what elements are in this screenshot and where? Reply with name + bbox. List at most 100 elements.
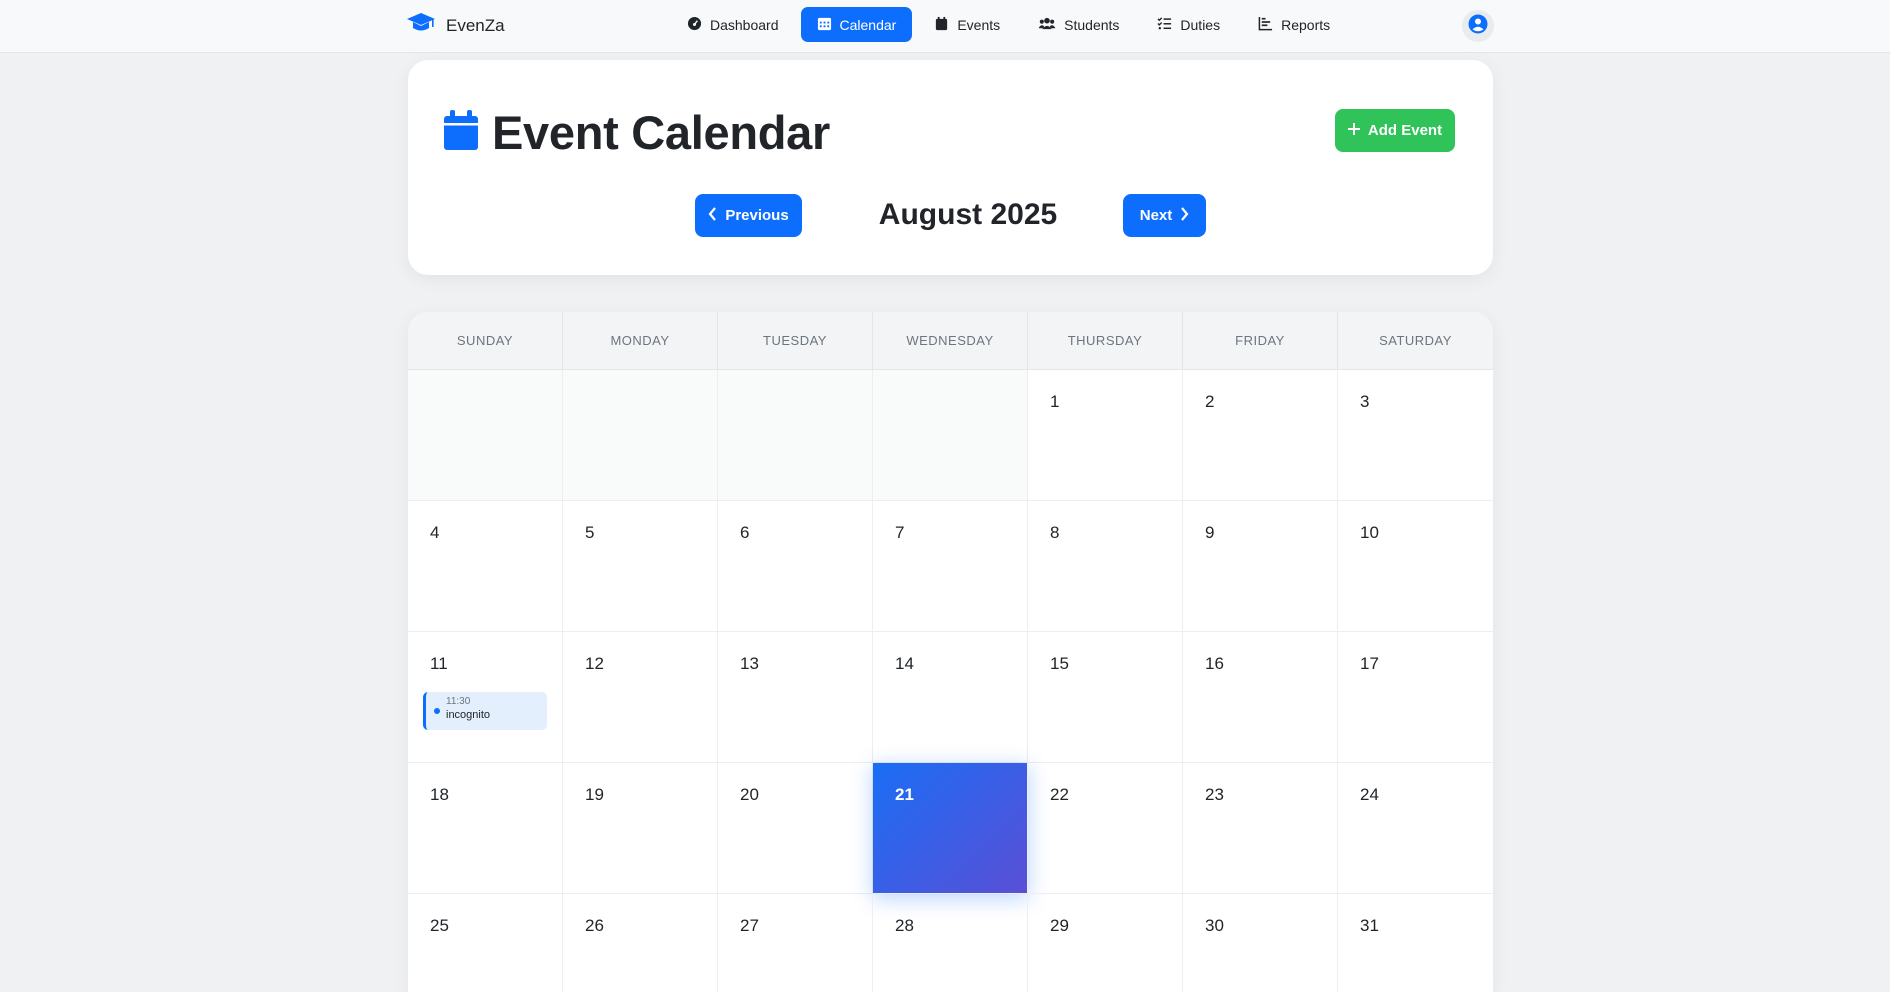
empty-day-cell bbox=[718, 370, 873, 501]
day-cell[interactable]: 26 bbox=[563, 894, 718, 992]
weekday-thursday: THURSDAY bbox=[1028, 312, 1183, 369]
day-cell[interactable]: 12 bbox=[563, 632, 718, 763]
day-cell[interactable]: 11 11:30 incognito bbox=[408, 632, 563, 763]
day-grid: 1 2 3 4 5 6 7 8 9 10 11 11:30 incognito 12 13 14 15 16 17 1… bbox=[408, 370, 1493, 992]
event-title: incognito bbox=[446, 709, 491, 721]
day-cell[interactable]: 6 bbox=[718, 501, 873, 632]
nav-reports[interactable]: Reports bbox=[1242, 7, 1346, 42]
day-number: 17 bbox=[1360, 654, 1379, 673]
previous-month-button[interactable]: Previous bbox=[695, 194, 802, 237]
day-cell[interactable]: 31 bbox=[1338, 894, 1493, 992]
day-cell[interactable]: 7 bbox=[873, 501, 1028, 632]
brand[interactable]: EvenZa bbox=[406, 12, 505, 39]
day-number: 7 bbox=[895, 523, 905, 542]
weekday-wednesday: WEDNESDAY bbox=[873, 312, 1028, 369]
next-label: Next bbox=[1139, 207, 1173, 224]
chart-bar-icon bbox=[1258, 16, 1273, 34]
add-event-button[interactable]: Add Event bbox=[1335, 109, 1455, 152]
day-cell-today[interactable]: 21 bbox=[873, 763, 1028, 894]
day-number: 19 bbox=[585, 785, 604, 804]
day-number: 13 bbox=[740, 654, 759, 673]
day-cell[interactable]: 14 bbox=[873, 632, 1028, 763]
day-number: 16 bbox=[1205, 654, 1224, 673]
day-cell[interactable]: 29 bbox=[1028, 894, 1183, 992]
calendar-grid: SUNDAY MONDAY TUESDAY WEDNESDAY THURSDAY… bbox=[408, 312, 1493, 992]
day-cell[interactable]: 24 bbox=[1338, 763, 1493, 894]
day-cell[interactable]: 8 bbox=[1028, 501, 1183, 632]
empty-day-cell bbox=[563, 370, 718, 501]
nav-calendar[interactable]: Calendar bbox=[800, 7, 913, 42]
day-cell[interactable]: 20 bbox=[718, 763, 873, 894]
day-cell[interactable]: 2 bbox=[1183, 370, 1338, 501]
nav-links: Dashboard Calendar Events Students Dutie… bbox=[671, 7, 1346, 42]
day-number: 2 bbox=[1205, 392, 1215, 411]
nav-duties[interactable]: Duties bbox=[1141, 7, 1236, 42]
day-cell[interactable]: 15 bbox=[1028, 632, 1183, 763]
day-number: 28 bbox=[895, 916, 914, 935]
gauge-icon bbox=[687, 16, 702, 34]
day-number: 30 bbox=[1205, 916, 1224, 935]
day-cell[interactable]: 27 bbox=[718, 894, 873, 992]
day-number: 22 bbox=[1050, 785, 1069, 804]
graduation-cap-icon bbox=[406, 12, 436, 39]
page-title-text: Event Calendar bbox=[492, 106, 830, 159]
next-month-button[interactable]: Next bbox=[1123, 194, 1206, 237]
day-cell[interactable]: 28 bbox=[873, 894, 1028, 992]
users-icon bbox=[1038, 16, 1056, 34]
day-number: 26 bbox=[585, 916, 604, 935]
day-number: 3 bbox=[1360, 392, 1370, 411]
day-number: 21 bbox=[895, 785, 914, 804]
day-cell[interactable]: 19 bbox=[563, 763, 718, 894]
plus-icon bbox=[1347, 122, 1360, 139]
previous-label: Previous bbox=[725, 207, 789, 224]
day-cell[interactable]: 18 bbox=[408, 763, 563, 894]
day-cell[interactable]: 10 bbox=[1338, 501, 1493, 632]
calendar-header-card: Event Calendar Add Event Previous August… bbox=[408, 60, 1493, 275]
day-number: 29 bbox=[1050, 916, 1069, 935]
day-cell[interactable]: 16 bbox=[1183, 632, 1338, 763]
empty-day-cell bbox=[408, 370, 563, 501]
calendar-title-icon bbox=[444, 110, 478, 155]
nav-dashboard[interactable]: Dashboard bbox=[671, 7, 795, 42]
day-number: 15 bbox=[1050, 654, 1069, 673]
day-cell[interactable]: 25 bbox=[408, 894, 563, 992]
day-number: 1 bbox=[1050, 392, 1060, 411]
day-cell[interactable]: 1 bbox=[1028, 370, 1183, 501]
day-cell[interactable]: 4 bbox=[408, 501, 563, 632]
user-circle-icon bbox=[1468, 14, 1488, 39]
day-cell[interactable]: 13 bbox=[718, 632, 873, 763]
chevron-right-icon bbox=[1180, 206, 1189, 225]
weekday-header: SUNDAY MONDAY TUESDAY WEDNESDAY THURSDAY… bbox=[408, 312, 1493, 370]
day-number: 5 bbox=[585, 523, 595, 542]
day-number: 24 bbox=[1360, 785, 1379, 804]
weekday-saturday: SATURDAY bbox=[1379, 333, 1452, 348]
day-cell[interactable]: 30 bbox=[1183, 894, 1338, 992]
day-cell[interactable]: 5 bbox=[563, 501, 718, 632]
day-cell[interactable]: 9 bbox=[1183, 501, 1338, 632]
weekday-friday: FRIDAY bbox=[1183, 312, 1338, 369]
nav-events-label: Events bbox=[957, 16, 1001, 33]
day-number: 20 bbox=[740, 785, 759, 804]
nav-events[interactable]: Events bbox=[918, 7, 1016, 42]
day-cell[interactable]: 23 bbox=[1183, 763, 1338, 894]
top-navbar: EvenZa Dashboard Calendar Events Student… bbox=[0, 0, 1890, 53]
nav-calendar-label: Calendar bbox=[839, 16, 897, 33]
day-cell[interactable]: 3 bbox=[1338, 370, 1493, 501]
day-number: 9 bbox=[1205, 523, 1215, 542]
nav-duties-label: Duties bbox=[1180, 16, 1221, 33]
day-cell[interactable]: 22 bbox=[1028, 763, 1183, 894]
event-time: 11:30 bbox=[446, 696, 471, 707]
day-cell[interactable]: 17 bbox=[1338, 632, 1493, 763]
event-dot-icon bbox=[434, 708, 440, 714]
brand-name: EvenZa bbox=[446, 15, 505, 35]
day-number: 31 bbox=[1360, 916, 1379, 935]
weekday-sunday: SUNDAY bbox=[408, 312, 563, 369]
event-chip[interactable]: 11:30 incognito bbox=[423, 692, 547, 730]
chevron-left-icon bbox=[708, 206, 717, 225]
user-menu-button[interactable] bbox=[1462, 10, 1494, 42]
nav-students[interactable]: Students bbox=[1022, 7, 1135, 42]
calendar-solid-icon bbox=[934, 16, 949, 34]
day-number: 11 bbox=[430, 654, 448, 673]
add-event-label: Add Event bbox=[1367, 122, 1443, 139]
day-number: 8 bbox=[1050, 523, 1060, 542]
